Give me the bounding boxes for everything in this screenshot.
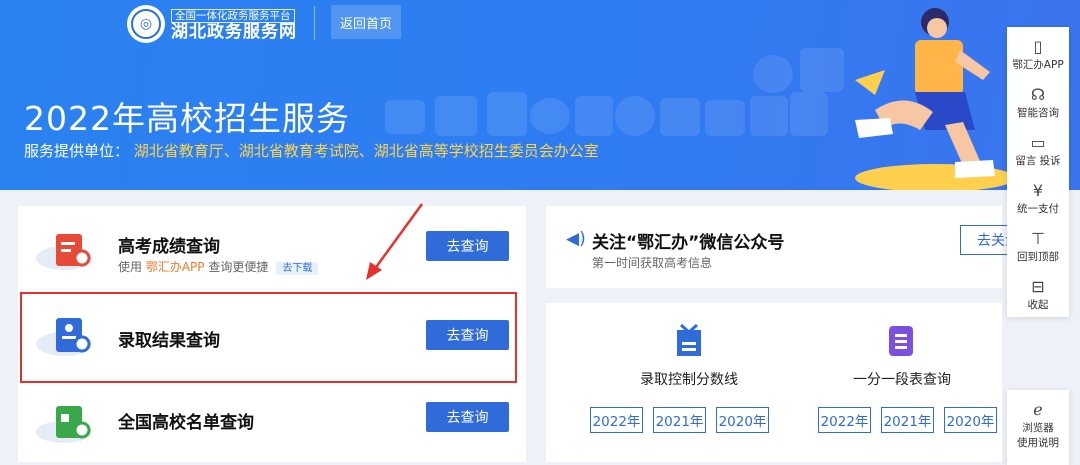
emblem-icon: ◎: [127, 5, 165, 43]
decor-tile: [385, 100, 425, 134]
sidebar-item-label: 回到顶部: [1017, 251, 1059, 263]
sidebar-item-collapse[interactable]: ⊟ 收起: [1007, 277, 1069, 312]
hint-prefix: 使用: [118, 260, 146, 274]
red-arrow-annotation: [366, 203, 424, 280]
collapse-icon: ⊟: [1031, 277, 1045, 296]
browser-icon: ℯ: [1033, 400, 1043, 419]
wechat-title: 关注“鄂汇办”微信公众号: [592, 233, 785, 253]
sidebar-item-label: 鄂汇办APP: [1012, 59, 1064, 71]
speaker-icon: ◀): [566, 229, 586, 249]
control-2022-button[interactable]: 2022年: [590, 407, 643, 433]
decor-tile: [753, 55, 793, 93]
decor-tile: [615, 96, 655, 136]
sidebar-item-label: 统一支付: [1017, 203, 1059, 215]
logo-big-text: 湖北政务服务网: [171, 22, 297, 43]
header-divider: [314, 6, 315, 40]
sidebar-item-consult[interactable]: ☊ 智能咨询: [1007, 85, 1069, 120]
sidebar-item-payment[interactable]: ¥ 统一支付: [1007, 181, 1069, 216]
headset-icon: ☊: [1030, 85, 1046, 104]
service-name: 全国高校名单查询: [118, 413, 254, 433]
decor-tile: [660, 98, 700, 136]
site-logo[interactable]: ◎ 全国一体化政务服务平台 湖北政务服务网: [127, 4, 297, 44]
list-icon: [889, 326, 913, 356]
sidebar-item-label: 智能咨询: [1017, 107, 1059, 119]
provider-label: 服务提供单位：: [24, 142, 130, 160]
download-link[interactable]: 去下载: [276, 262, 319, 275]
decor-tile: [705, 100, 745, 136]
top-icon: ⊤: [1031, 229, 1045, 248]
service-row-score: 高考成绩查询 使用 鄂汇办APP 查询更便捷 去下载 去查询: [18, 206, 526, 292]
back-home-button[interactable]: 返回首页: [331, 5, 401, 39]
provider-value: 湖北省教育厅、湖北省教育考试院、湖北省高等学校招生委员会办公室: [133, 142, 599, 160]
service-hint: 使用 鄂汇办APP 查询更便捷 去下载: [118, 258, 319, 275]
segment-2022-button[interactable]: 2022年: [818, 407, 871, 433]
sidebar-item-top[interactable]: ⊤ 回到顶部: [1007, 229, 1069, 264]
sidebar-item-app[interactable]: ▯ 鄂汇办APP: [1007, 37, 1069, 72]
score-report-icon: [36, 234, 92, 270]
control-2021-button[interactable]: 2021年: [653, 407, 706, 433]
score-query-button[interactable]: 去查询: [426, 231, 509, 261]
phone-icon: ▯: [1033, 37, 1043, 56]
service-row-colleges: 全国高校名单查询 去查询: [18, 378, 526, 464]
sidebar-item-complaint[interactable]: ▭ 留言 投诉: [1007, 133, 1069, 168]
decor-tile: [750, 96, 788, 136]
provider-line: 服务提供单位： 湖北省教育厅、湖北省教育考试院、湖北省高等学校招生委员会办公室: [24, 140, 599, 161]
sidebar-item-label: 收起: [1027, 299, 1049, 311]
colleges-query-button[interactable]: 去查询: [426, 402, 509, 432]
browser-guide[interactable]: ℯ 浏览器 使用说明: [1007, 390, 1069, 465]
wechat-card: ◀) 关注“鄂汇办”微信公众号 第一时间获取高考信息 去关注: [546, 206, 1020, 288]
student-illustration: [855, 8, 1015, 190]
decor-tile: [575, 96, 613, 136]
header-banner: ◎ 全国一体化政务服务平台 湖北政务服务网 返回首页 2022年高校招生服务 服…: [0, 0, 1080, 190]
control-2020-button[interactable]: 2020年: [716, 407, 769, 433]
browser-label-1: 浏览器: [1022, 422, 1054, 434]
control-score-title: 录取控制分数线: [640, 372, 738, 388]
sidebar-item-label: 留言 投诉: [1015, 155, 1061, 167]
highlight-box: [20, 292, 517, 383]
message-icon: ▭: [1030, 133, 1046, 152]
college-list-icon: [36, 406, 92, 443]
yuan-icon: ¥: [1032, 181, 1044, 200]
service-name: 高考成绩查询: [118, 237, 220, 257]
decor-tile: [530, 98, 570, 134]
floating-sidebar: ▯ 鄂汇办APP ☊ 智能咨询 ▭ 留言 投诉 ¥ 统一支付 ⊤ 回到顶部 ⊟ …: [1007, 27, 1069, 317]
segment-2021-button[interactable]: 2021年: [881, 407, 934, 433]
app-link[interactable]: 鄂汇办APP: [146, 260, 205, 274]
hint-suffix: 查询更便捷: [204, 260, 269, 274]
segment-2020-button[interactable]: 2020年: [944, 407, 997, 433]
wechat-subtitle: 第一时间获取高考信息: [592, 256, 713, 270]
browser-guide-item[interactable]: ℯ 浏览器 使用说明: [1007, 400, 1069, 450]
document-check-icon: [677, 324, 701, 356]
page-title: 2022年高校招生服务: [24, 99, 350, 138]
score-segment-title: 一分一段表查询: [853, 372, 951, 388]
lookup-card: 录取控制分数线 一分一段表查询 2022年 2021年 2020年 2022年 …: [546, 303, 1002, 462]
browser-label-2: 使用说明: [1017, 437, 1059, 449]
decor-tile: [435, 96, 477, 136]
decor-tile: [487, 92, 527, 136]
logo-small-text: 全国一体化政务服务平台: [171, 9, 295, 24]
